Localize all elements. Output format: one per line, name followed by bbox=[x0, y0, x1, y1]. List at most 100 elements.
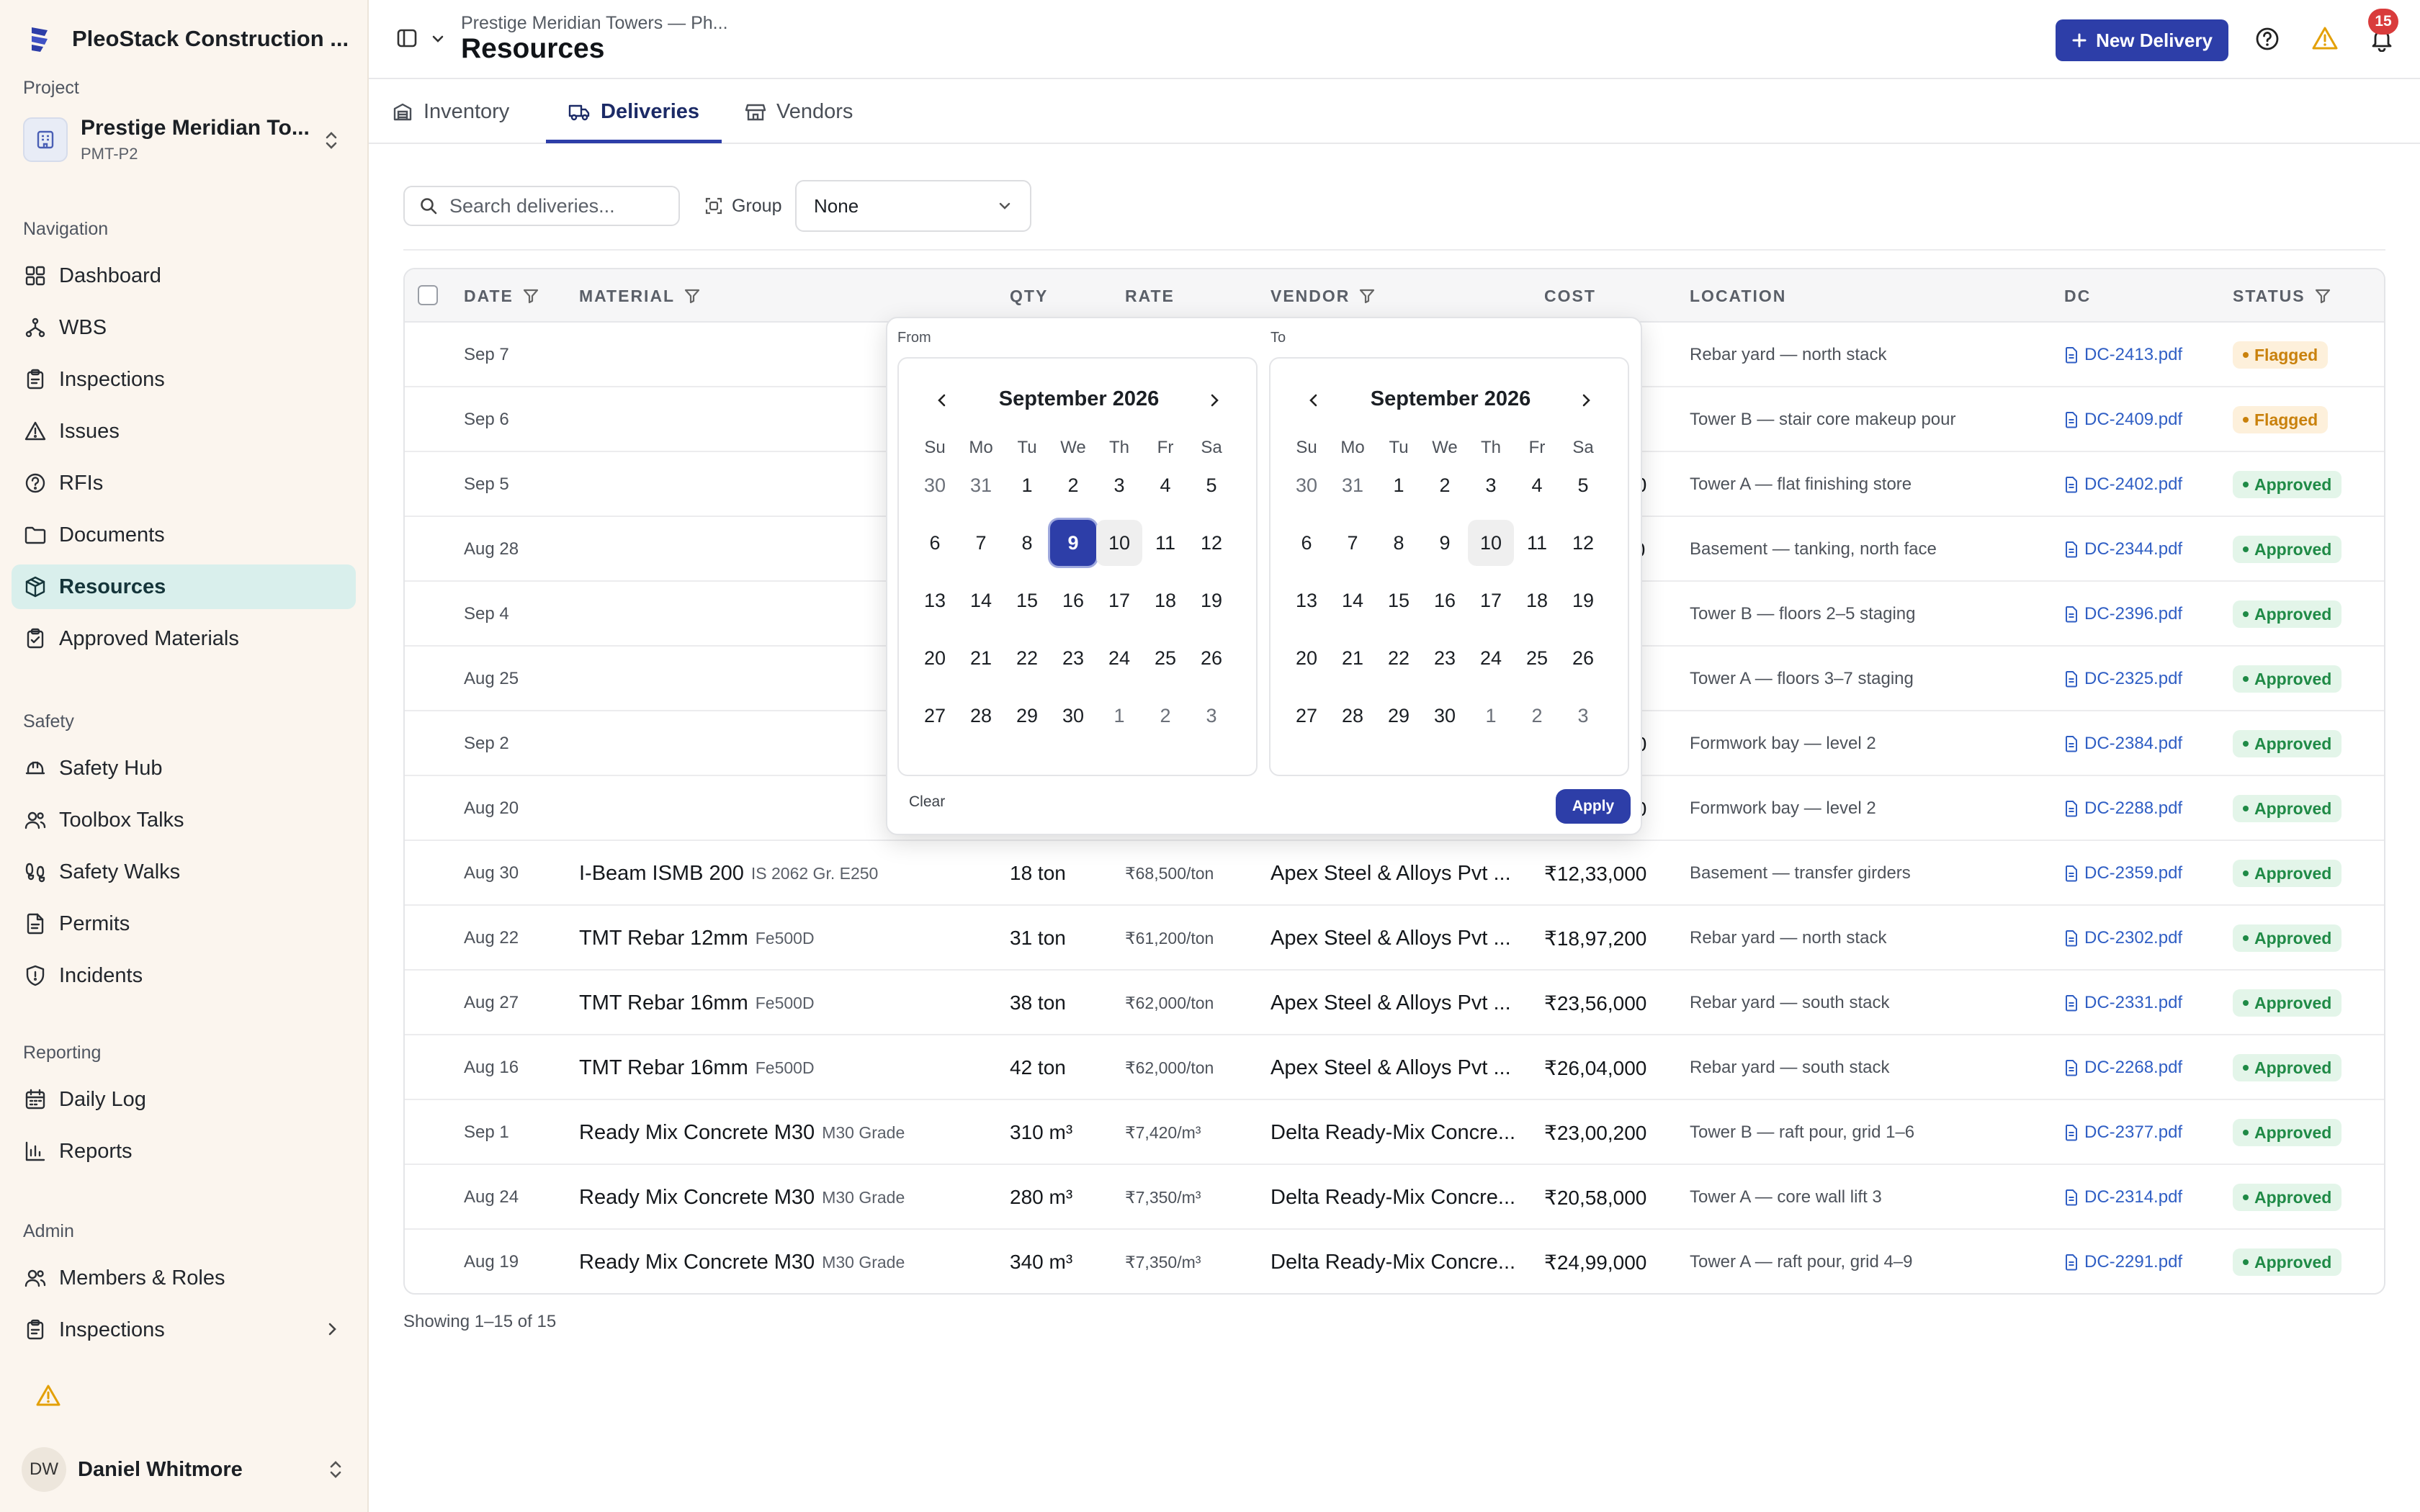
calendar-day[interactable]: 27 bbox=[912, 693, 958, 739]
sidebar-item-reports[interactable]: Reports bbox=[12, 1129, 356, 1174]
calendar-day[interactable]: 30 bbox=[1422, 693, 1468, 739]
dc-link[interactable]: DC-2377.pdf bbox=[2064, 1100, 2223, 1165]
group-select[interactable]: None bbox=[795, 180, 1031, 232]
calendar-day[interactable]: 4 bbox=[1142, 462, 1188, 508]
table-row[interactable]: Aug 16 TMT Rebar 16mm Fe500D 42 ton ₹62,000/… bbox=[405, 1035, 2384, 1100]
dc-link[interactable]: DC-2413.pdf bbox=[2064, 323, 2223, 387]
calendar-day[interactable]: 18 bbox=[1142, 577, 1188, 624]
table-row[interactable]: Aug 30 I-Beam ISMB 200 IS 2062 Gr. E250 18 … bbox=[405, 841, 2384, 906]
calendar-day[interactable]: 1 bbox=[1004, 462, 1050, 508]
calendar-day[interactable]: 18 bbox=[1514, 577, 1560, 624]
calendar-day[interactable]: 19 bbox=[1560, 577, 1606, 624]
next-month-button[interactable] bbox=[1201, 387, 1227, 413]
calendar-day[interactable]: 20 bbox=[912, 635, 958, 681]
sidebar-item-dashboard[interactable]: Dashboard bbox=[12, 253, 356, 298]
table-row[interactable]: Aug 19 Ready Mix Concrete M30 M30 Grade 340… bbox=[405, 1230, 2384, 1293]
sidebar-item-safety-walks[interactable]: Safety Walks bbox=[12, 850, 356, 894]
calendar-day[interactable]: 10 bbox=[1096, 520, 1142, 566]
calendar-day[interactable]: 24 bbox=[1468, 635, 1514, 681]
table-row[interactable]: Aug 24 Ready Mix Concrete M30 M30 Grade 280… bbox=[405, 1165, 2384, 1230]
calendar-day[interactable]: 1 bbox=[1096, 693, 1142, 739]
calendar-day[interactable]: 29 bbox=[1004, 693, 1050, 739]
breadcrumb[interactable]: Prestige Meridian Towers — Ph... bbox=[461, 13, 728, 34]
org-switcher[interactable]: PleoStack Construction ... bbox=[24, 20, 349, 58]
filter-icon[interactable] bbox=[2314, 287, 2331, 305]
calendar-day[interactable]: 12 bbox=[1188, 520, 1234, 566]
dc-link[interactable]: DC-2344.pdf bbox=[2064, 517, 2223, 582]
calendar-day[interactable]: 7 bbox=[1330, 520, 1376, 566]
apply-button[interactable]: Apply bbox=[1556, 789, 1631, 824]
search-input[interactable]: Search deliveries... bbox=[403, 186, 680, 226]
calendar-day[interactable]: 21 bbox=[958, 635, 1004, 681]
sidebar-item-members-roles[interactable]: Members & Roles bbox=[12, 1256, 356, 1300]
calendar-day[interactable]: 23 bbox=[1050, 635, 1096, 681]
calendar-day[interactable]: 9 bbox=[1422, 520, 1468, 566]
table-row[interactable]: Sep 1 Ready Mix Concrete M30 M30 Grade 310 … bbox=[405, 1100, 2384, 1165]
sidebar-item-rfis[interactable]: RFIs bbox=[12, 461, 356, 505]
column-header-vendor[interactable]: VENDOR bbox=[1270, 269, 1376, 323]
dc-link[interactable]: DC-2384.pdf bbox=[2064, 711, 2223, 776]
dc-link[interactable]: DC-2409.pdf bbox=[2064, 387, 2223, 452]
calendar-day[interactable]: 7 bbox=[958, 520, 1004, 566]
sidebar-item-issues[interactable]: Issues bbox=[12, 409, 356, 454]
chevron-down-icon[interactable] bbox=[431, 32, 445, 46]
calendar-day[interactable]: 15 bbox=[1376, 577, 1422, 624]
table-row[interactable]: Aug 27 TMT Rebar 16mm Fe500D 38 ton ₹62,000/… bbox=[405, 971, 2384, 1035]
calendar-day[interactable]: 19 bbox=[1188, 577, 1234, 624]
sidebar-item-daily-log[interactable]: Daily Log bbox=[12, 1077, 356, 1122]
calendar-day[interactable]: 11 bbox=[1514, 520, 1560, 566]
calendar-day[interactable]: 13 bbox=[912, 577, 958, 624]
clear-button[interactable]: Clear bbox=[909, 793, 945, 811]
dc-link[interactable]: DC-2396.pdf bbox=[2064, 582, 2223, 647]
sidebar-item-toolbox-talks[interactable]: Toolbox Talks bbox=[12, 798, 356, 842]
dc-link[interactable]: DC-2331.pdf bbox=[2064, 971, 2223, 1035]
warning-icon[interactable] bbox=[2312, 26, 2338, 50]
column-header-material[interactable]: MATERIAL bbox=[579, 269, 701, 323]
calendar-day[interactable]: 2 bbox=[1142, 693, 1188, 739]
sidebar-item-inspections[interactable]: Inspections bbox=[12, 1308, 356, 1352]
calendar-day[interactable]: 31 bbox=[1330, 462, 1376, 508]
calendar-day[interactable]: 1 bbox=[1376, 462, 1422, 508]
calendar-day[interactable]: 9 bbox=[1050, 520, 1096, 566]
column-header-dc[interactable]: DC bbox=[2064, 269, 2091, 323]
sidebar-item-incidents[interactable]: Incidents bbox=[12, 953, 356, 998]
calendar-day[interactable]: 14 bbox=[1330, 577, 1376, 624]
calendar-day[interactable]: 25 bbox=[1514, 635, 1560, 681]
calendar-day[interactable]: 3 bbox=[1096, 462, 1142, 508]
tab-deliveries[interactable]: Deliveries bbox=[568, 79, 699, 144]
sidebar-item-documents[interactable]: Documents bbox=[12, 513, 356, 557]
dc-link[interactable]: DC-2268.pdf bbox=[2064, 1035, 2223, 1100]
tab-inventory[interactable]: Inventory bbox=[392, 79, 509, 144]
calendar-day[interactable]: 21 bbox=[1330, 635, 1376, 681]
calendar-day[interactable]: 31 bbox=[958, 462, 1004, 508]
dc-link[interactable]: DC-2325.pdf bbox=[2064, 647, 2223, 711]
calendar-day[interactable]: 1 bbox=[1468, 693, 1514, 739]
sidebar-item-permits[interactable]: Permits bbox=[12, 901, 356, 946]
dc-link[interactable]: DC-2288.pdf bbox=[2064, 776, 2223, 841]
calendar-day[interactable]: 13 bbox=[1283, 577, 1330, 624]
column-header-status[interactable]: STATUS bbox=[2233, 269, 2331, 323]
calendar-day[interactable]: 30 bbox=[1050, 693, 1096, 739]
calendar-day[interactable]: 3 bbox=[1188, 693, 1234, 739]
calendar-day[interactable]: 8 bbox=[1004, 520, 1050, 566]
sidebar-item-approved-materials[interactable]: Approved Materials bbox=[12, 616, 356, 661]
calendar-day[interactable]: 29 bbox=[1376, 693, 1422, 739]
calendar-day[interactable]: 6 bbox=[912, 520, 958, 566]
calendar-day[interactable]: 26 bbox=[1560, 635, 1606, 681]
filter-icon[interactable] bbox=[522, 287, 539, 305]
table-row[interactable]: Aug 22 TMT Rebar 12mm Fe500D 31 ton ₹61,200/… bbox=[405, 906, 2384, 971]
calendar-day[interactable]: 26 bbox=[1188, 635, 1234, 681]
calendar-day[interactable]: 30 bbox=[912, 462, 958, 508]
calendar-day[interactable]: 16 bbox=[1422, 577, 1468, 624]
dc-link[interactable]: DC-2359.pdf bbox=[2064, 841, 2223, 906]
calendar-day[interactable]: 16 bbox=[1050, 577, 1096, 624]
calendar-day[interactable]: 25 bbox=[1142, 635, 1188, 681]
warning-icon[interactable] bbox=[36, 1384, 60, 1407]
calendar-day[interactable]: 6 bbox=[1283, 520, 1330, 566]
calendar-day[interactable]: 12 bbox=[1560, 520, 1606, 566]
calendar-day[interactable]: 2 bbox=[1514, 693, 1560, 739]
filter-icon[interactable] bbox=[684, 287, 701, 305]
calendar-day[interactable]: 5 bbox=[1560, 462, 1606, 508]
next-month-button[interactable] bbox=[1573, 387, 1599, 413]
sidebar-item-inspections[interactable]: Inspections bbox=[12, 357, 356, 402]
